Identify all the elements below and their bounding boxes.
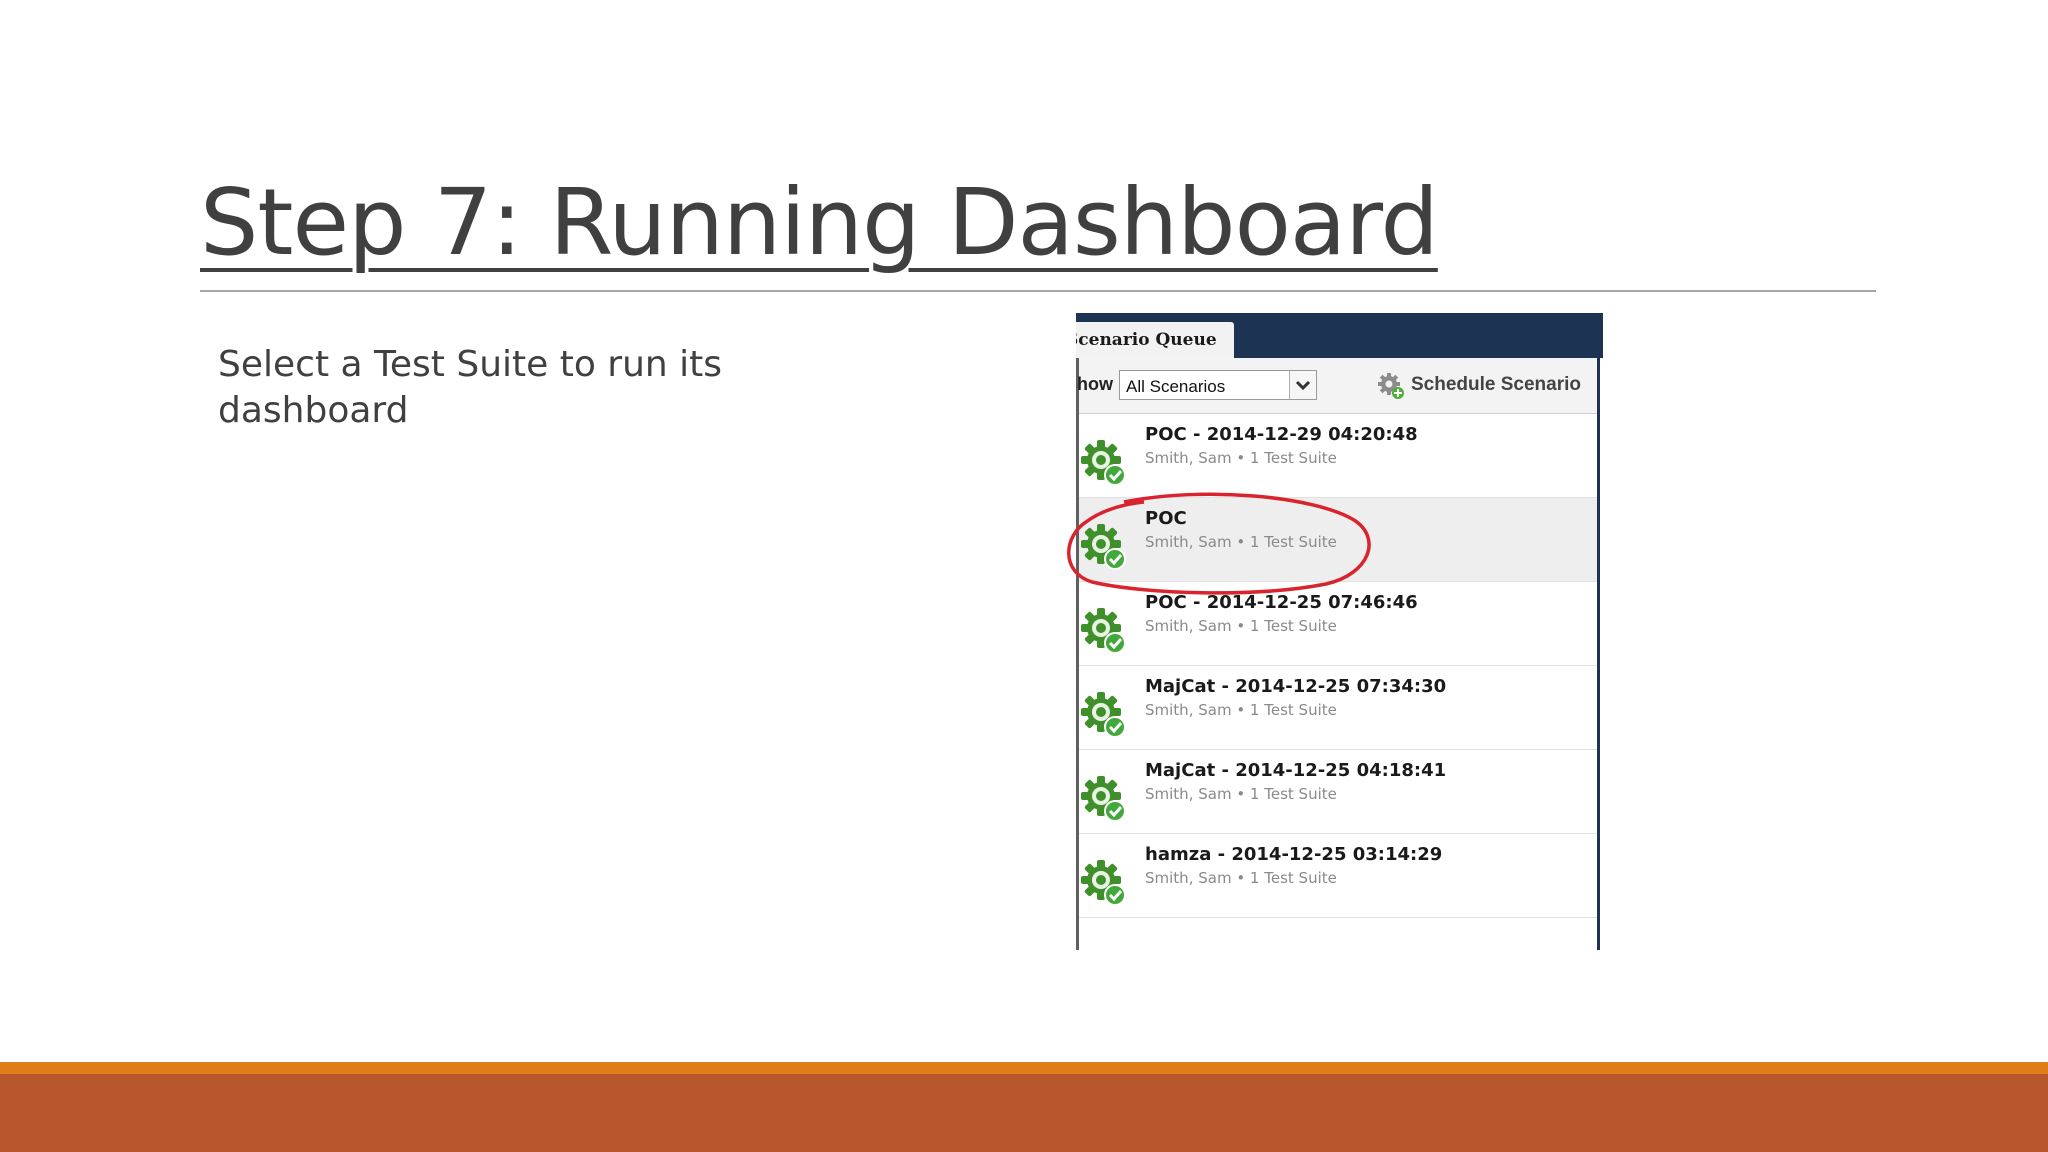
- queue-toolbar: Show All Scenarios: [1076, 358, 1597, 414]
- scenario-name: POC: [1145, 508, 1187, 529]
- scenario-meta: Smith, Sam • 1 Test Suite: [1145, 785, 1337, 803]
- scenario-row[interactable]: MajCat - 2014-12-25 07:34:30 Smith, Sam …: [1079, 666, 1597, 750]
- scenario-row[interactable]: POC Smith, Sam • 1 Test Suite: [1079, 498, 1597, 582]
- scenario-row[interactable]: POC - 2014-12-25 07:46:46 Smith, Sam • 1…: [1079, 582, 1597, 666]
- title-divider: [200, 290, 1876, 292]
- tab-scenario-queue[interactable]: Scenario Queue: [1076, 322, 1234, 358]
- scenario-meta: Smith, Sam • 1 Test Suite: [1145, 869, 1337, 887]
- scenario-name: POC - 2014-12-25 07:46:46: [1145, 592, 1418, 613]
- panel-right-border: [1597, 358, 1600, 950]
- footer-accent-bar: [0, 1062, 2048, 1074]
- scenario-meta: Smith, Sam • 1 Test Suite: [1145, 701, 1337, 719]
- slide-body-text: Select a Test Suite to run its dashboard: [218, 344, 723, 431]
- gear-check-icon: [1079, 688, 1129, 740]
- gear-check-icon: [1079, 436, 1129, 488]
- show-label: Show: [1076, 374, 1113, 394]
- scenario-row[interactable]: POC - 2014-12-29 04:20:48 Smith, Sam • 1…: [1079, 414, 1597, 498]
- scenario-filter-select[interactable]: All Scenarios: [1119, 370, 1317, 400]
- gear-check-icon: [1079, 604, 1129, 656]
- scenario-meta: Smith, Sam • 1 Test Suite: [1145, 533, 1337, 551]
- chevron-down-icon[interactable]: [1289, 371, 1316, 399]
- scenario-queue-screenshot: Scenario Queue Show All Scenarios: [1076, 313, 1603, 950]
- footer-bar: [0, 1074, 2048, 1152]
- scenario-name: POC - 2014-12-29 04:20:48: [1145, 424, 1418, 445]
- schedule-scenario-label: Schedule Scenario: [1411, 374, 1582, 395]
- scenario-row[interactable]: hamza - 2014-12-25 03:14:29 Smith, Sam •…: [1079, 834, 1597, 918]
- scenario-meta: Smith, Sam • 1 Test Suite: [1145, 449, 1337, 467]
- scenario-name: hamza - 2014-12-25 03:14:29: [1145, 844, 1443, 865]
- scenario-row[interactable]: MajCat - 2014-12-25 04:18:41 Smith, Sam …: [1079, 750, 1597, 834]
- gear-check-icon: [1079, 856, 1129, 908]
- scenario-name: MajCat - 2014-12-25 07:34:30: [1145, 676, 1447, 697]
- gear-check-icon: [1079, 772, 1129, 824]
- scenario-meta: Smith, Sam • 1 Test Suite: [1145, 617, 1337, 635]
- scenario-list: POC - 2014-12-29 04:20:48 Smith, Sam • 1…: [1079, 414, 1597, 918]
- schedule-scenario-button[interactable]: Schedule Scenario: [1377, 370, 1591, 400]
- gear-check-icon: [1079, 520, 1129, 572]
- scenario-name: MajCat - 2014-12-25 04:18:41: [1145, 760, 1447, 781]
- gear-plus-icon: [1377, 372, 1405, 400]
- slide-title: Step 7: Running Dashboard: [200, 169, 1439, 276]
- filter-selected-value: All Scenarios: [1126, 377, 1226, 396]
